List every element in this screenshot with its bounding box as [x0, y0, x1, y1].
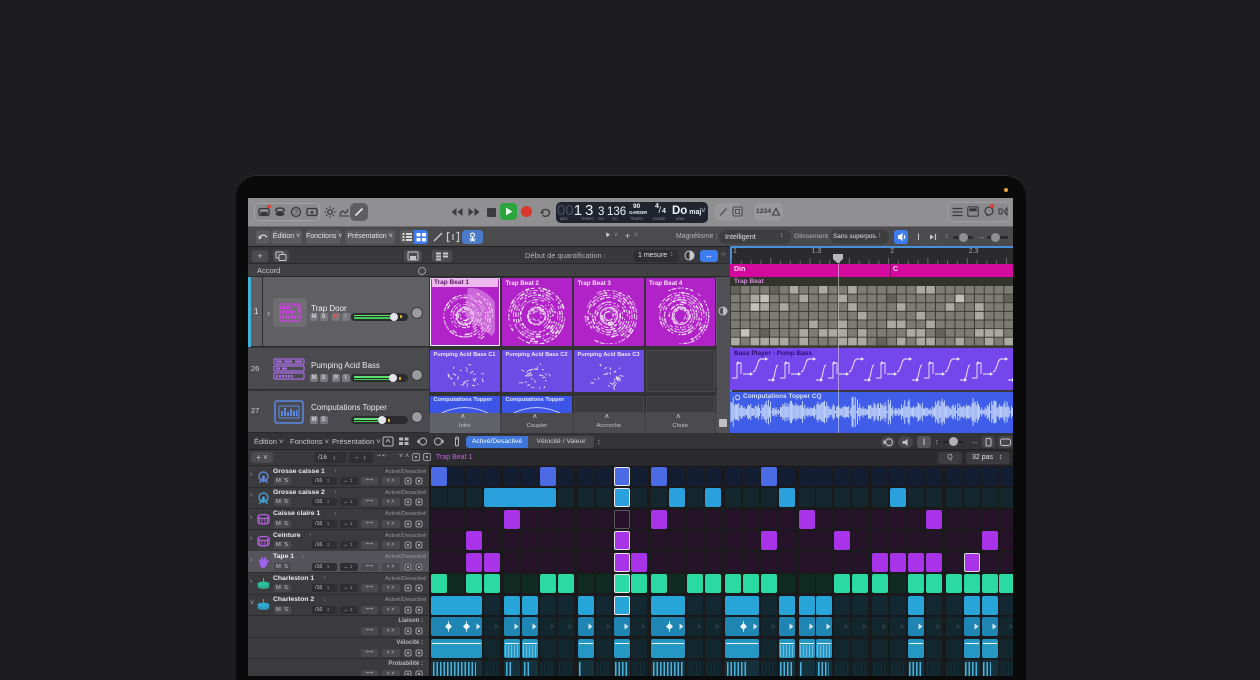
- svg-text:?: ?: [294, 209, 298, 216]
